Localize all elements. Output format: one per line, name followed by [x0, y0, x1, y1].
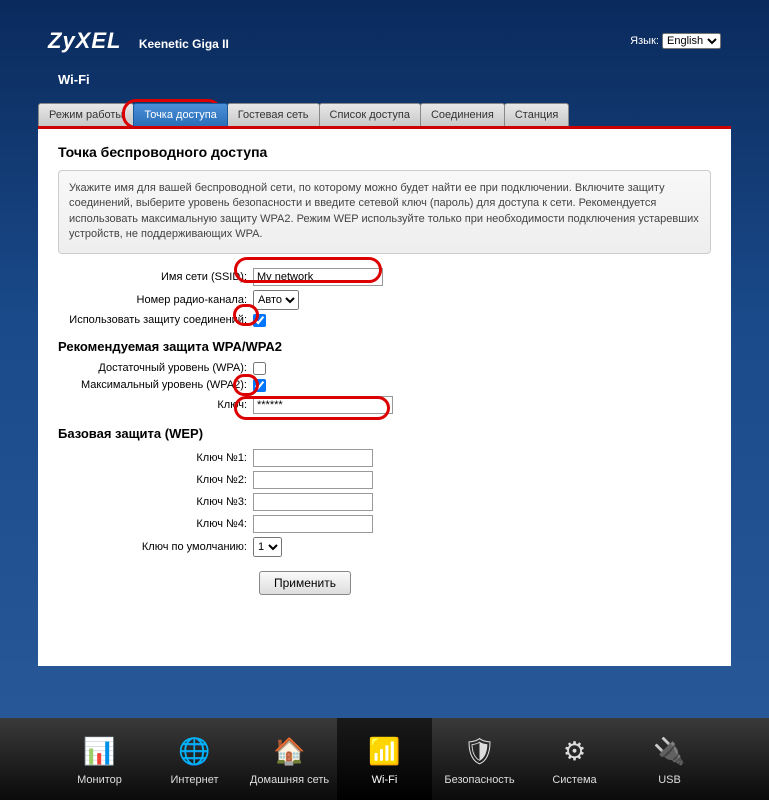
- protect-checkbox[interactable]: [253, 314, 266, 327]
- bottom-nav: 📊 Монитор 🌐 Интернет 🏠 Домашняя сеть 📶 W…: [0, 718, 769, 800]
- wpa2-label: Максимальный уровень (WPA2):: [58, 379, 253, 391]
- ssid-input[interactable]: [253, 268, 383, 286]
- lang-select[interactable]: English: [662, 33, 721, 49]
- tab-connections[interactable]: Соединения: [420, 103, 505, 126]
- wep-default-label: Ключ по умолчанию:: [58, 541, 253, 553]
- nav-label: Безопасность: [444, 774, 514, 786]
- gear-icon: ⚙: [555, 732, 595, 770]
- wep-key3-label: Ключ №3:: [58, 496, 253, 508]
- channel-select[interactable]: Авто: [253, 290, 299, 310]
- info-box: Укажите имя для вашей беспроводной сети,…: [58, 170, 711, 254]
- wep-key4-label: Ключ №4:: [58, 518, 253, 530]
- wep-key2-input[interactable]: [253, 471, 373, 489]
- lang-label: Язык:: [630, 35, 659, 47]
- ssid-label: Имя сети (SSID):: [58, 271, 253, 283]
- home-icon: 🏠: [270, 732, 310, 770]
- nav-label: Система: [552, 774, 596, 786]
- nav-system[interactable]: ⚙ Система: [527, 718, 622, 800]
- protect-label: Использовать защиту соединений:: [58, 314, 253, 326]
- wifi-icon: 📶: [365, 732, 405, 770]
- key-label: Ключ:: [58, 399, 253, 411]
- nav-label: USB: [658, 774, 681, 786]
- model-name: Keenetic Giga II: [139, 37, 229, 51]
- tabs: Режим работы Точка доступа Гостевая сеть…: [38, 103, 731, 126]
- wep-default-select[interactable]: 1: [253, 537, 282, 557]
- nav-label: Интернет: [171, 774, 219, 786]
- nav-label: Wi-Fi: [372, 774, 398, 786]
- nav-home-network[interactable]: 🏠 Домашняя сеть: [242, 718, 337, 800]
- wep-key1-label: Ключ №1:: [58, 452, 253, 464]
- header: ZyXEL Keenetic Giga II Язык: English Wi-…: [38, 28, 731, 103]
- nav-security[interactable]: 🛡 Безопасность: [432, 718, 527, 800]
- wep-key4-input[interactable]: [253, 515, 373, 533]
- usb-icon: 🔌: [650, 732, 690, 770]
- globe-icon: 🌐: [175, 732, 215, 770]
- nav-monitor[interactable]: 📊 Монитор: [52, 718, 147, 800]
- nav-label: Монитор: [77, 774, 122, 786]
- tab-guest[interactable]: Гостевая сеть: [227, 103, 320, 126]
- nav-usb[interactable]: 🔌 USB: [622, 718, 717, 800]
- shield-icon: 🛡: [460, 732, 500, 770]
- tab-access-point[interactable]: Точка доступа: [133, 103, 227, 126]
- content-title: Точка беспроводного доступа: [58, 144, 711, 160]
- wep-section-title: Базовая защита (WEP): [58, 426, 711, 441]
- content-area: Точка беспроводного доступа Укажите имя …: [38, 126, 731, 666]
- language-selector: Язык: English: [630, 33, 721, 49]
- main-panel: ZyXEL Keenetic Giga II Язык: English Wi-…: [38, 28, 731, 710]
- tab-station[interactable]: Станция: [504, 103, 569, 126]
- wep-key3-input[interactable]: [253, 493, 373, 511]
- apply-button[interactable]: Применить: [259, 571, 351, 595]
- page-title: Wi-Fi: [58, 72, 721, 87]
- key-input[interactable]: [253, 396, 393, 414]
- monitor-icon: 📊: [80, 732, 120, 770]
- logo: ZyXEL: [48, 28, 121, 53]
- wpa-section-title: Рекомендуемая защита WPA/WPA2: [58, 339, 711, 354]
- tab-access-list[interactable]: Список доступа: [319, 103, 421, 126]
- wpa-label: Достаточный уровень (WPA):: [58, 362, 253, 374]
- wpa-checkbox[interactable]: [253, 362, 266, 375]
- wpa2-checkbox[interactable]: [253, 379, 266, 392]
- wep-key1-input[interactable]: [253, 449, 373, 467]
- nav-label: Домашняя сеть: [250, 774, 329, 786]
- nav-wifi[interactable]: 📶 Wi-Fi: [337, 718, 432, 800]
- nav-internet[interactable]: 🌐 Интернет: [147, 718, 242, 800]
- tab-mode[interactable]: Режим работы: [38, 103, 134, 126]
- app-window: ZyXEL Keenetic Giga II Язык: English Wi-…: [0, 0, 769, 800]
- wep-key2-label: Ключ №2:: [58, 474, 253, 486]
- channel-label: Номер радио-канала:: [58, 294, 253, 306]
